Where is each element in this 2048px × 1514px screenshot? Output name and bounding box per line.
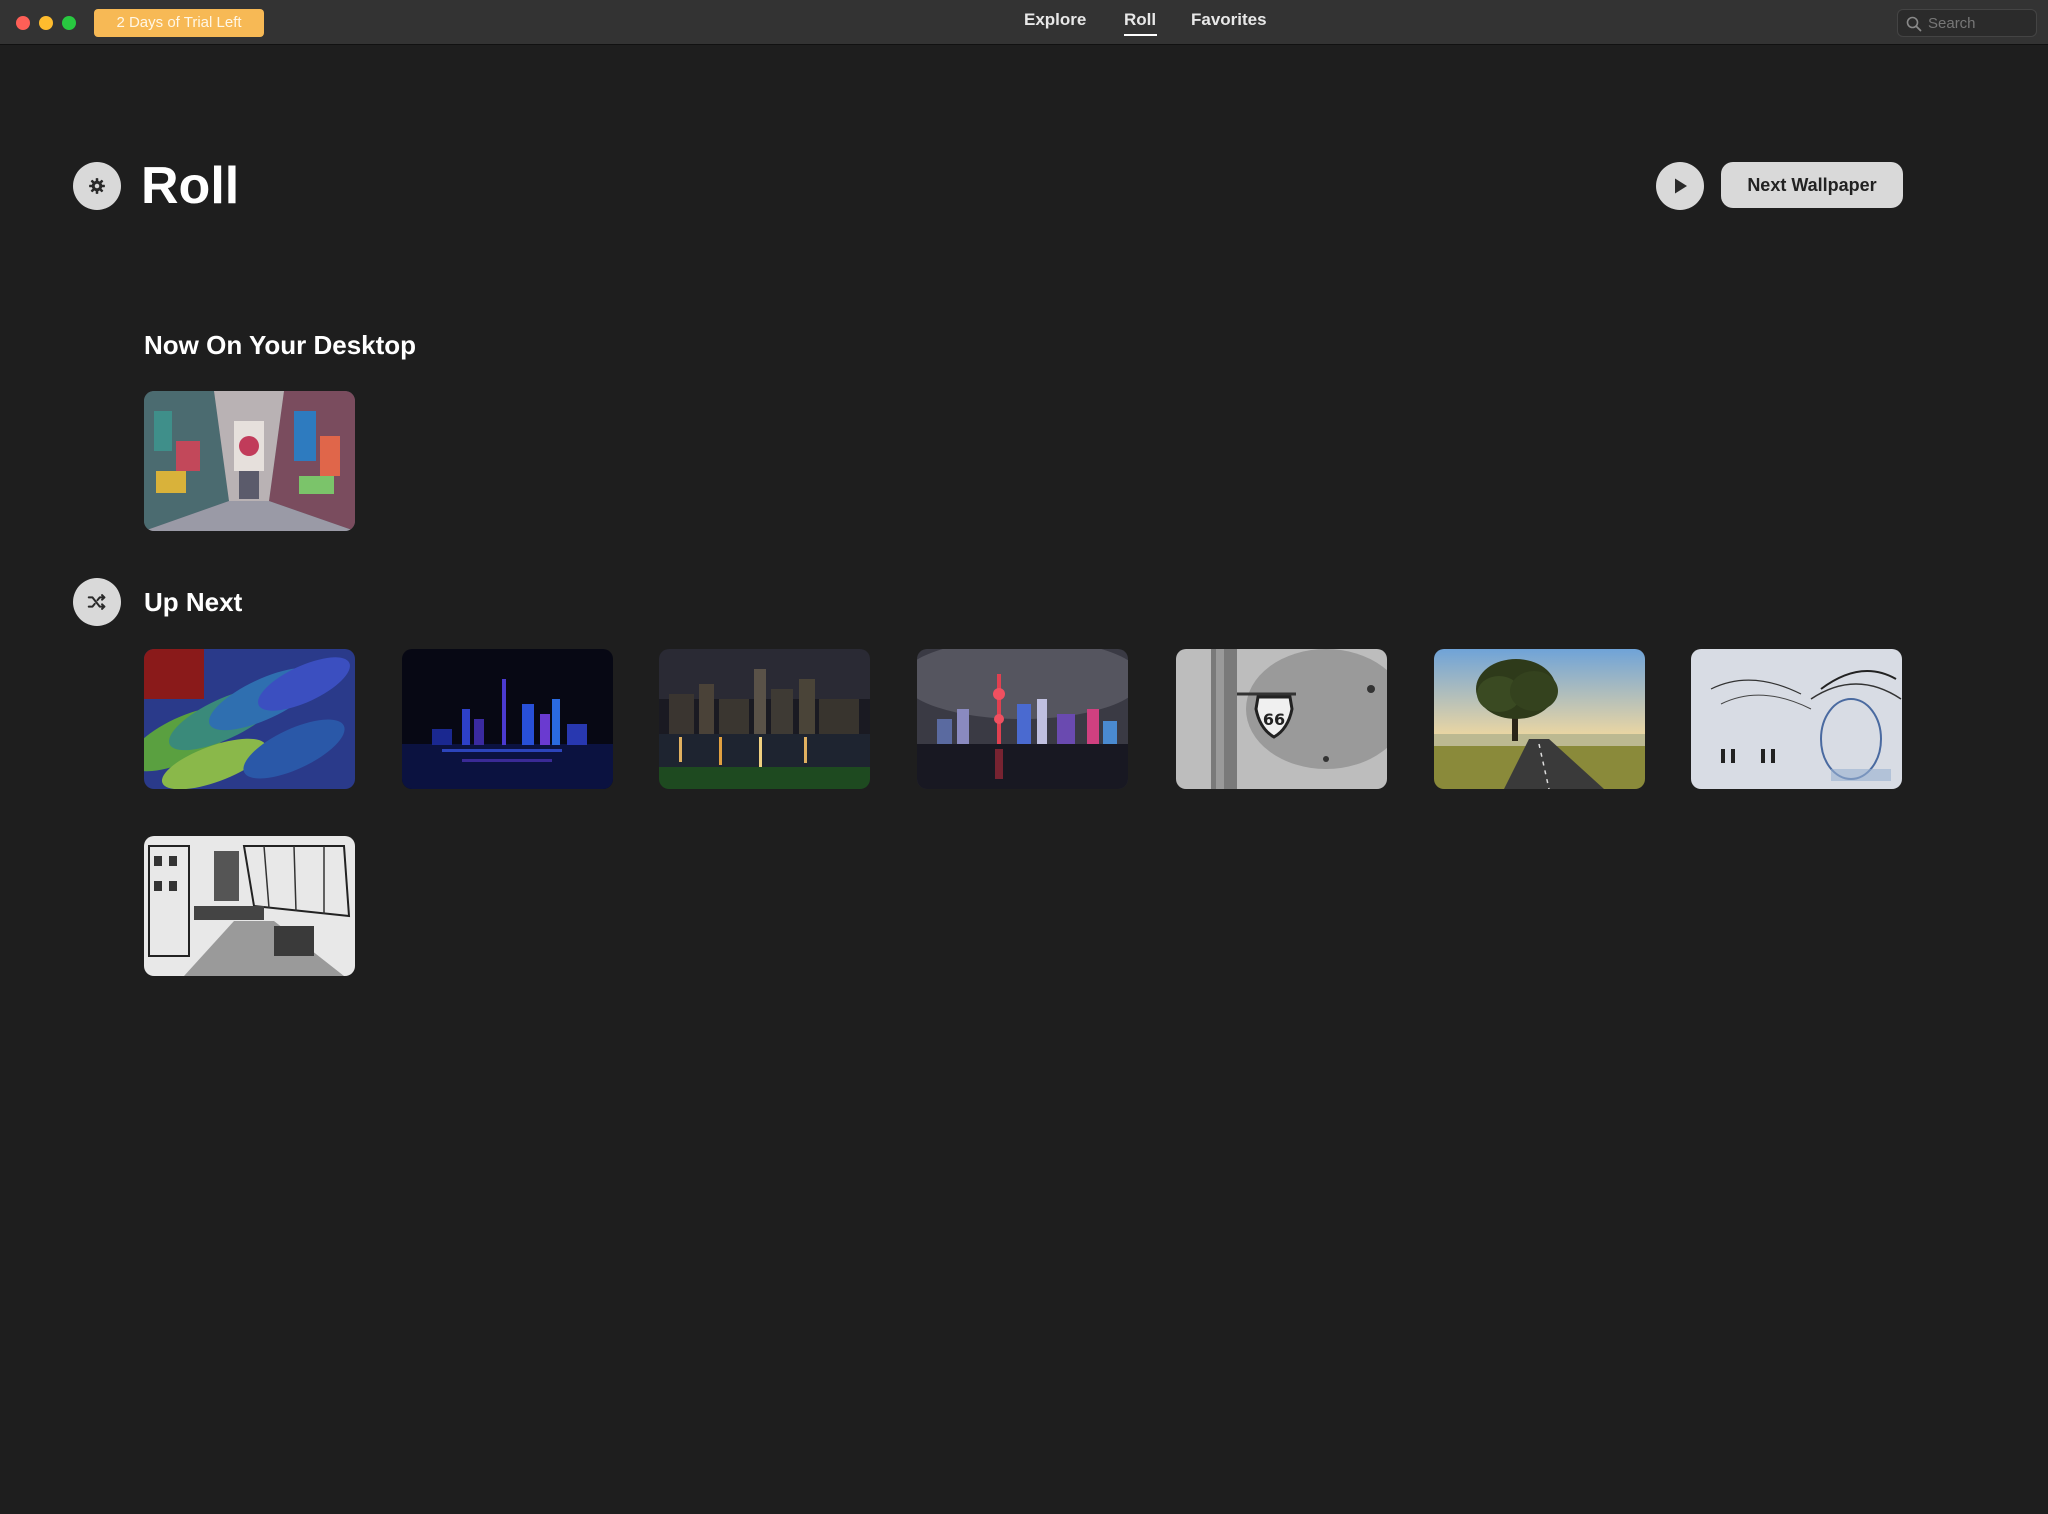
parrot-feathers-image bbox=[144, 649, 355, 789]
tab-explore[interactable]: Explore bbox=[1024, 0, 1086, 45]
app-window: 2 Days of Trial Left Explore Roll Favori… bbox=[0, 0, 2048, 1514]
up-next-thumbnail-4[interactable] bbox=[917, 649, 1128, 789]
search-box[interactable] bbox=[1897, 9, 2037, 37]
tree-country-road-image bbox=[1434, 649, 1645, 789]
next-wallpaper-button[interactable]: Next Wallpaper bbox=[1721, 162, 1903, 208]
city-skyline-reflection-image bbox=[659, 649, 870, 789]
maximize-window-button[interactable] bbox=[62, 16, 76, 30]
route-66-sign-image: 66 bbox=[1176, 649, 1387, 789]
shuffle-icon bbox=[87, 594, 106, 610]
up-next-thumbnail-5[interactable]: 66 bbox=[1176, 649, 1387, 789]
night-skyline-blue-image bbox=[402, 649, 613, 789]
ink-sketch-street-image bbox=[144, 836, 355, 976]
up-next-thumbnail-2[interactable] bbox=[402, 649, 613, 789]
play-icon bbox=[1675, 178, 1687, 194]
title-bar: 2 Days of Trial Left Explore Roll Favori… bbox=[0, 0, 2048, 45]
gear-icon bbox=[89, 178, 105, 194]
up-next-thumbnail-6[interactable] bbox=[1434, 649, 1645, 789]
svg-text:66: 66 bbox=[1263, 710, 1285, 729]
sketch-mural-image bbox=[1691, 649, 1902, 789]
now-on-desktop-heading: Now On Your Desktop bbox=[144, 330, 417, 360]
up-next-thumbnail-3[interactable] bbox=[659, 649, 870, 789]
tab-favorites[interactable]: Favorites bbox=[1191, 0, 1267, 45]
close-window-button[interactable] bbox=[16, 16, 30, 30]
graffiti-alley-image bbox=[144, 391, 355, 531]
trial-badge[interactable]: 2 Days of Trial Left bbox=[94, 9, 264, 37]
tab-roll[interactable]: Roll bbox=[1124, 0, 1156, 45]
up-next-thumbnail-8[interactable] bbox=[144, 836, 355, 976]
shanghai-skyline-image bbox=[917, 649, 1128, 789]
settings-button[interactable] bbox=[73, 162, 121, 210]
page-title: Roll bbox=[141, 157, 240, 215]
active-tab-indicator bbox=[1124, 34, 1157, 36]
search-input[interactable] bbox=[1928, 10, 2028, 36]
up-next-thumbnail-7[interactable] bbox=[1691, 649, 1902, 789]
up-next-heading: Up Next bbox=[144, 587, 243, 617]
minimize-window-button[interactable] bbox=[39, 16, 53, 30]
play-button[interactable] bbox=[1656, 162, 1704, 210]
search-icon bbox=[1906, 16, 1922, 32]
current-wallpaper-thumbnail[interactable] bbox=[144, 391, 355, 531]
up-next-thumbnail-1[interactable] bbox=[144, 649, 355, 789]
shuffle-button[interactable] bbox=[73, 578, 121, 626]
